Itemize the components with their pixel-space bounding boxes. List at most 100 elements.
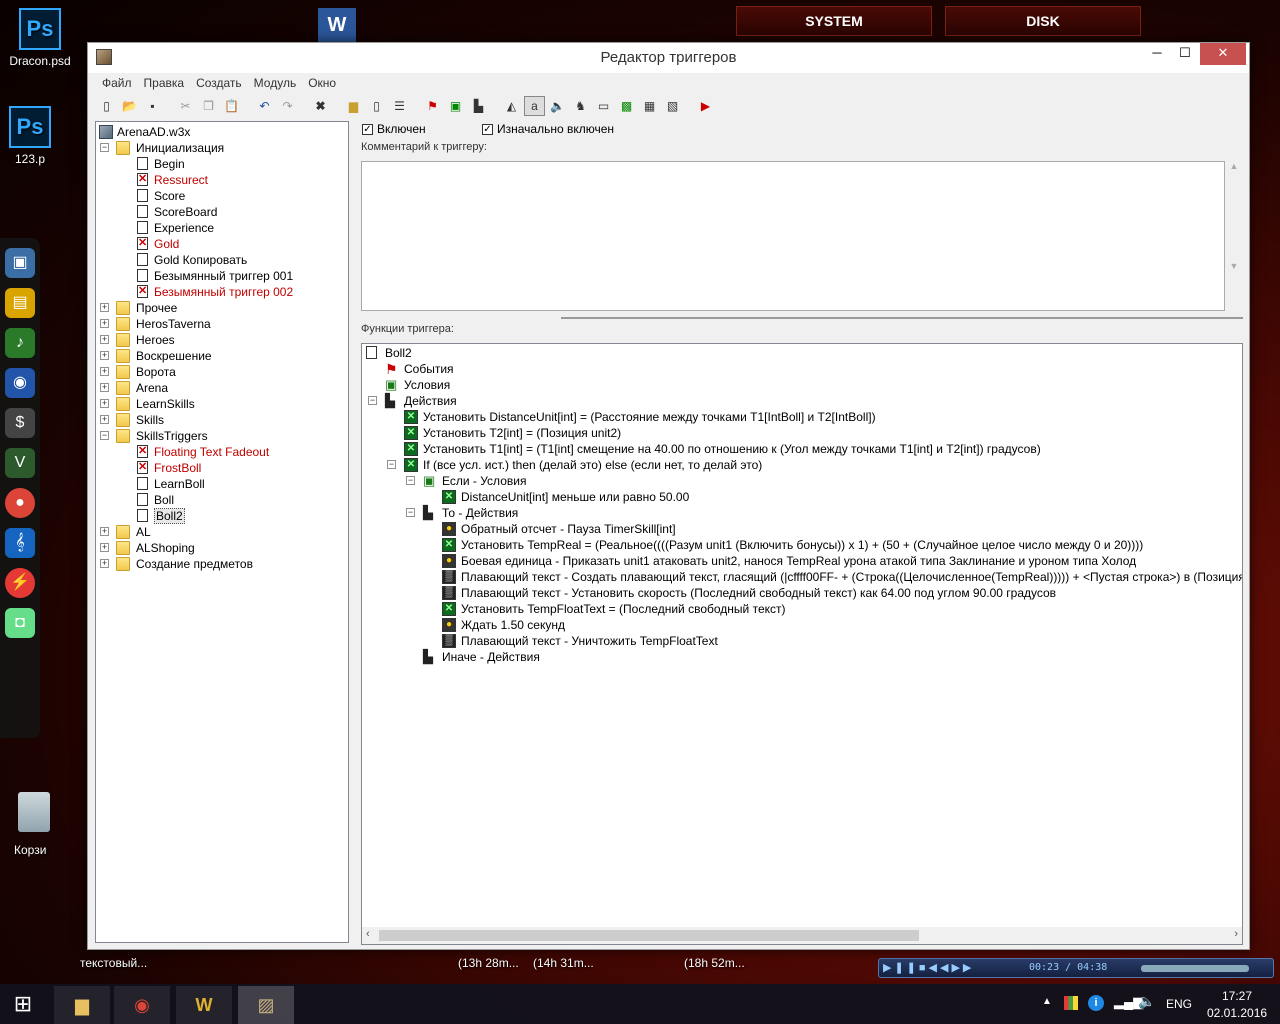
tree-item[interactable]: + Skills — [96, 412, 348, 428]
function-item[interactable]: ✕ Установить DistanceUnit[int] = (Расстоя… — [362, 409, 1242, 425]
expand-icon[interactable]: + — [100, 367, 109, 376]
function-item[interactable]: ● Ждать 1.50 секунд — [362, 617, 1242, 633]
tree-item[interactable]: ✕ Безымянный триггер 002 — [96, 284, 348, 300]
tree-item[interactable]: Boll — [96, 492, 348, 508]
trigger-editor-icon[interactable]: a — [524, 96, 545, 116]
tree-item[interactable]: + Прочее — [96, 300, 348, 316]
campaign-editor-icon[interactable]: ▭ — [593, 96, 614, 116]
new-condition-icon[interactable]: ▣ — [445, 96, 466, 116]
undo-icon[interactable]: ↶ — [254, 96, 275, 116]
system-button[interactable]: SYSTEM — [736, 6, 932, 36]
explorer-taskbar-icon[interactable]: ▆ — [54, 986, 110, 1024]
tree-item[interactable]: Безымянный триггер 001 — [96, 268, 348, 284]
tree-item[interactable]: + ALShoping — [96, 540, 348, 556]
collapse-icon[interactable]: − — [368, 396, 377, 405]
collapse-icon[interactable]: − — [100, 143, 109, 152]
language-indicator[interactable]: ENG — [1166, 997, 1192, 1011]
word-icon[interactable]: W — [318, 8, 356, 42]
player-seek-slider[interactable] — [1141, 965, 1249, 972]
function-item[interactable]: ✕ DistanceUnit[int] меньше или равно 50.0… — [362, 489, 1242, 505]
tree-item[interactable]: Score — [96, 188, 348, 204]
scroll-right-icon[interactable]: › — [1234, 928, 1238, 940]
tree-item[interactable]: + Ворота — [96, 364, 348, 380]
import-manager-icon[interactable]: ▧ — [662, 96, 683, 116]
expand-icon[interactable]: + — [100, 383, 109, 392]
enabled-checkbox[interactable]: ✓ Включен — [362, 122, 426, 136]
object-editor-icon[interactable]: ♞ — [570, 96, 591, 116]
tree-item[interactable]: Gold Копировать — [96, 252, 348, 268]
function-item[interactable]: − ▙ Действия — [362, 393, 1242, 409]
folder-icon[interactable]: ▤ — [5, 288, 35, 318]
menu-module[interactable]: Модуль — [248, 73, 303, 93]
new-category-icon[interactable]: ▆ — [343, 96, 364, 116]
desktop-icon-dracon[interactable]: Ps Dracon.psd — [0, 8, 80, 68]
expand-icon[interactable]: + — [100, 351, 109, 360]
menu-window[interactable]: Окно — [302, 73, 342, 93]
function-item[interactable]: ● Боевая единица - Приказать unit1 атаков… — [362, 553, 1242, 569]
close-button[interactable]: ✕ — [1200, 43, 1246, 65]
tree-item[interactable]: + Heroes — [96, 332, 348, 348]
tree-item[interactable]: − Инициализация — [96, 140, 348, 156]
world-editor-taskbar-icon[interactable]: ▨ — [238, 986, 294, 1024]
menu-file[interactable]: Файл — [96, 73, 138, 93]
tray-app-icon[interactable] — [1064, 996, 1078, 1010]
function-item[interactable]: ⚑ События — [362, 361, 1242, 377]
clock-time[interactable]: 17:27 — [1222, 989, 1252, 1003]
collapse-icon[interactable]: − — [406, 476, 415, 485]
redo-icon[interactable]: ↷ — [277, 96, 298, 116]
expand-icon[interactable]: + — [100, 527, 109, 536]
object-manager-icon[interactable]: ▦ — [639, 96, 660, 116]
chrome-taskbar-icon[interactable]: ◉ — [114, 986, 170, 1024]
expand-icon[interactable]: + — [100, 559, 109, 568]
function-item[interactable]: ● Обратный отсчет - Пауза TimerSkill[int] — [362, 521, 1242, 537]
clock-date[interactable]: 02.01.2016 — [1207, 1006, 1267, 1020]
terrain-editor-icon[interactable]: ◭ — [501, 96, 522, 116]
scroll-thumb[interactable] — [379, 930, 919, 941]
horizontal-scrollbar[interactable]: ‹ › — [362, 927, 1242, 944]
new-event-icon[interactable]: ⚑ — [422, 96, 443, 116]
tree-item[interactable]: ✕ Gold — [96, 236, 348, 252]
tree-item[interactable]: + HerosTaverna — [96, 316, 348, 332]
expand-icon[interactable]: + — [100, 399, 109, 408]
paste-icon[interactable]: 📋 — [221, 96, 242, 116]
new-comment-icon[interactable]: ☰ — [389, 96, 410, 116]
new-action-icon[interactable]: ▙ — [468, 96, 489, 116]
tree-item[interactable]: LearnBoll — [96, 476, 348, 492]
player-controls-icon[interactable]: ▶❚❚■◀◀▶▶ — [883, 961, 974, 974]
tree-item[interactable]: Boll2 — [96, 508, 348, 524]
collapse-icon[interactable]: − — [406, 508, 415, 517]
tree-item[interactable]: Experience — [96, 220, 348, 236]
network-icon[interactable]: ◉ — [5, 368, 35, 398]
expand-icon[interactable]: + — [100, 335, 109, 344]
tree-item[interactable]: ScoreBoard — [96, 204, 348, 220]
function-item[interactable]: ✕ Установить T1[int] = (T1[int] смещение … — [362, 441, 1242, 457]
chrome-icon[interactable]: ● — [5, 488, 35, 518]
new-trigger-icon[interactable]: ▯ — [366, 96, 387, 116]
new-icon[interactable]: ▯ — [96, 96, 117, 116]
expand-icon[interactable]: + — [100, 543, 109, 552]
flash-icon[interactable]: ⚡ — [5, 568, 35, 598]
initially-on-checkbox[interactable]: ✓ Изначально включен — [482, 122, 614, 136]
function-item[interactable]: − ▣ Если - Условия — [362, 473, 1242, 489]
maximize-button[interactable]: ☐ — [1172, 43, 1198, 65]
tree-item[interactable]: + Arena — [96, 380, 348, 396]
sound-editor-icon[interactable]: 🔈 — [547, 96, 568, 116]
media-icon[interactable]: ♪ — [5, 328, 35, 358]
scroll-left-icon[interactable]: ‹ — [366, 928, 370, 940]
minimize-button[interactable]: ─ — [1144, 43, 1170, 65]
desktop-icon-123[interactable]: Ps 123.p — [0, 106, 60, 166]
info-icon[interactable]: i — [1088, 995, 1104, 1011]
disk-button[interactable]: DISK — [945, 6, 1141, 36]
function-item[interactable]: ▣ Условия — [362, 377, 1242, 393]
ai-editor-icon[interactable]: ▩ — [616, 96, 637, 116]
copy-icon[interactable]: ❐ — [198, 96, 219, 116]
menu-create[interactable]: Создать — [190, 73, 248, 93]
music-icon[interactable]: 𝄞 — [5, 528, 35, 558]
vector-icon[interactable]: V — [5, 448, 35, 478]
save-icon[interactable]: ▪ — [142, 96, 163, 116]
function-item[interactable]: ▒ Плавающий текст - Уничтожить TempFloatT… — [362, 633, 1242, 649]
tree-item[interactable]: ✕ FrostBoll — [96, 460, 348, 476]
delete-icon[interactable]: ✖ — [310, 96, 331, 116]
tray-up-icon[interactable]: ▲ — [1042, 996, 1052, 1007]
camera-icon[interactable]: ◘ — [5, 608, 35, 638]
